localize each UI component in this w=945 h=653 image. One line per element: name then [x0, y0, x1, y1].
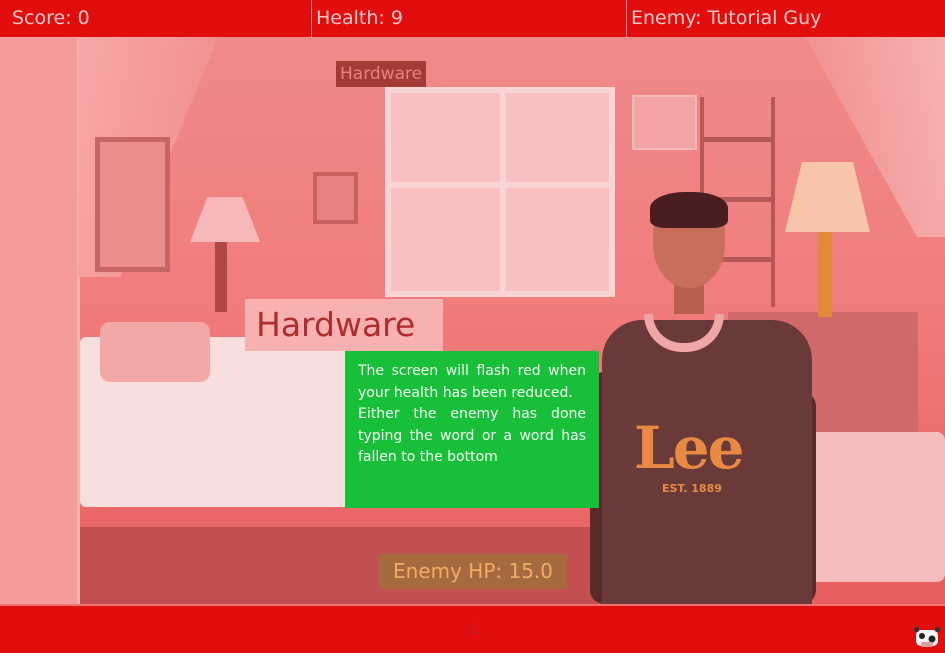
- air-conditioner: [632, 95, 697, 150]
- game-screen: Score: 0 Health: 9 Enemy: Tutorial Guy L…: [0, 0, 945, 653]
- tutorial-line-1: The screen will flash red when your heal…: [358, 363, 586, 401]
- wall-picture-small: [313, 172, 358, 224]
- enemy-hp-display: Enemy HP: 15.0: [379, 554, 567, 589]
- tutorial-line-2: Either the enemy has done typing the wor…: [358, 406, 586, 465]
- sofa: [800, 432, 945, 582]
- enemy-name-display: Enemy: Tutorial Guy: [631, 7, 822, 29]
- cow-mascot-icon: [914, 627, 940, 647]
- shirt-logo: Lee: [634, 414, 745, 482]
- bedroom-background: Lee EST. 1889: [0, 37, 945, 604]
- hud-bar: Score: 0 Health: 9 Enemy: Tutorial Guy: [0, 0, 945, 37]
- left-lamp-stand: [215, 242, 227, 312]
- typing-input-bar[interactable]: L: [0, 604, 945, 653]
- typed-text[interactable]: L: [440, 616, 510, 642]
- health-display: Health: 9: [312, 0, 627, 37]
- tutorial-tooltip: The screen will flash red when your heal…: [345, 351, 599, 508]
- target-word: Hardware: [245, 299, 443, 351]
- window: [385, 87, 615, 297]
- wall-picture-large: [95, 137, 170, 272]
- shirt-logo-est: EST. 1889: [662, 482, 722, 495]
- falling-word: Hardware: [336, 61, 427, 87]
- enemy-character: Lee EST. 1889: [590, 192, 820, 604]
- score-display: Score: 0: [0, 0, 312, 37]
- input-divider: [0, 604, 945, 606]
- bed-pillow: [100, 322, 210, 382]
- left-shelf: [0, 37, 80, 604]
- left-lamp-shade: [190, 197, 260, 242]
- right-lamp-stand: [818, 232, 832, 317]
- enemy-hair: [650, 192, 728, 228]
